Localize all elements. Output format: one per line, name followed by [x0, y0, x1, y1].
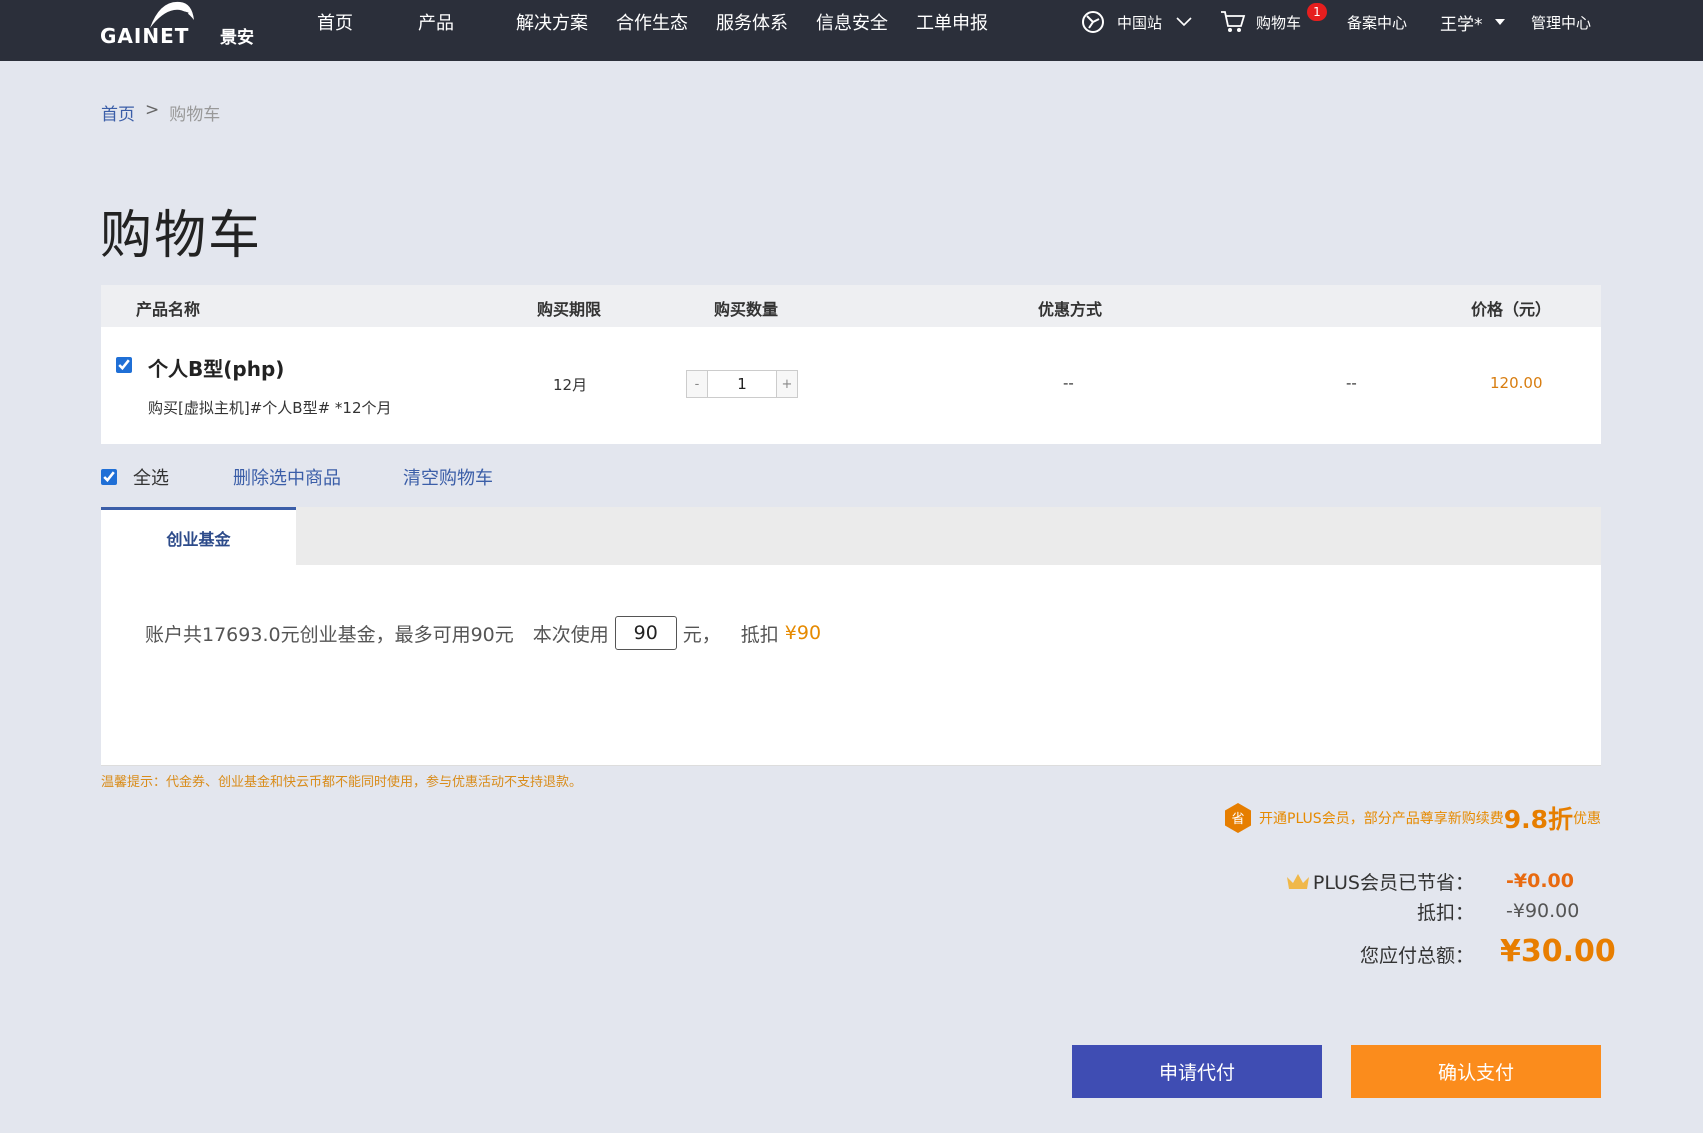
site-label: 中国站 [1117, 13, 1163, 32]
product-extra: -- [1346, 374, 1357, 392]
summary-deduct-value: -¥90.00 [1506, 900, 1580, 922]
site-selector[interactable]: 中国站 [1081, 0, 1192, 44]
col-discount: 优惠方式 [1038, 300, 1103, 319]
save-badge-icon: 省 [1225, 803, 1252, 833]
increment-button[interactable]: + [777, 371, 797, 397]
crown-icon [1285, 871, 1311, 891]
fund-line: 账户共17693.0元创业基金，最多可用90元 本次使用 元， 抵扣 ¥90 [145, 616, 821, 650]
plus-text: 开通PLUS会员，部分产品尊享新购续费 [1259, 811, 1504, 827]
cart-label: 购物车 [1256, 13, 1302, 32]
total-value: ¥30.00 [1500, 933, 1616, 969]
col-period: 购买期限 [537, 300, 602, 319]
summary-deduct-label: 抵扣： [1416, 901, 1474, 924]
col-name: 产品名称 [136, 300, 201, 319]
breadcrumb-current: 购物车 [169, 105, 221, 125]
col-quantity: 购买数量 [714, 300, 779, 319]
decrement-button[interactable]: - [687, 371, 707, 397]
nav-beian[interactable]: 备案中心 [1347, 12, 1407, 33]
product-period: 12月 [553, 376, 588, 394]
select-all-checkbox[interactable] [101, 469, 117, 485]
user-name: 王学* [1440, 14, 1483, 35]
plus-saved-value: -¥0.00 [1506, 870, 1574, 892]
nav-admin[interactable]: 管理中心 [1531, 12, 1591, 33]
plus-suffix: 优惠 [1573, 811, 1601, 827]
table-row: 个人B型(php) 购买[虚拟主机]#个人B型# *12个月 12月 - + -… [101, 327, 1601, 444]
plus-discount: 9.8折 [1503, 805, 1573, 834]
nav-home[interactable]: 首页 [317, 9, 353, 35]
breadcrumb-home[interactable]: 首页 [101, 100, 135, 125]
warm-tip: 温馨提示：代金券、创业基金和快云币都不能同时使用，参与优惠活动不支持退款。 [101, 775, 583, 790]
nav-solutions[interactable]: 解决方案 [516, 9, 588, 35]
cart-icon [1220, 10, 1246, 34]
fund-amount-input[interactable] [614, 616, 677, 650]
main-nav: 首页 产品 解决方案 合作生态 服务体系 信息安全 工单申报 [317, 0, 1016, 44]
clear-cart-link[interactable]: 清空购物车 [403, 464, 493, 490]
deduct-label: 抵扣 [740, 623, 779, 646]
nav-security[interactable]: 信息安全 [816, 9, 888, 35]
cart-table-header: 产品名称 购买期限 购买数量 优惠方式 价格（元） [101, 285, 1601, 327]
nav-service[interactable]: 服务体系 [716, 9, 788, 35]
caret-down-icon [1494, 19, 1505, 25]
cart-actions: 全选 删除选中商品 清空购物车 [101, 464, 555, 490]
fund-panel: 账户共17693.0元创业基金，最多可用90元 本次使用 元， 抵扣 ¥90 [101, 565, 1601, 766]
cart-link[interactable]: 购物车 [1220, 0, 1301, 44]
tab-startup-fund[interactable]: 创业基金 [101, 507, 296, 565]
svg-text:GAINET: GAINET [100, 24, 189, 48]
breadcrumb-separator: > [145, 100, 160, 120]
confirm-pay-button[interactable]: 确认支付 [1351, 1045, 1601, 1098]
plus-saved-label: PLUS会员已节省： [1312, 871, 1474, 894]
nav-ticket[interactable]: 工单申报 [916, 9, 988, 35]
deduct-value: ¥90 [784, 622, 822, 644]
chevron-down-icon [1176, 17, 1192, 27]
quantity-input[interactable] [707, 371, 777, 397]
product-name: 个人B型(php) [148, 357, 285, 381]
product-description: 购买[虚拟主机]#个人B型# *12个月 [148, 399, 392, 417]
fund-unit: 元， [682, 623, 721, 646]
product-price: 120.00 [1490, 374, 1543, 392]
svg-text:景安: 景安 [220, 27, 254, 48]
fund-tabbar: 创业基金 [101, 507, 1601, 565]
nav-products[interactable]: 产品 [418, 9, 454, 35]
gainet-logo[interactable]: GAINET 景安 [100, 0, 262, 50]
page-title: 购物车 [100, 206, 263, 266]
fund-info: 账户共17693.0元创业基金，最多可用90元 本次使用 [145, 623, 609, 646]
plus-promo[interactable]: 省 开通PLUS会员，部分产品尊享新购续费 9.8折 优惠 [1225, 800, 1601, 836]
total-label: 您应付总额： [1359, 944, 1474, 967]
order-summary: PLUS会员已节省： -¥0.00 抵扣： -¥90.00 您应付总额： ¥30… [1285, 866, 1616, 976]
user-menu[interactable]: 王学* [1440, 0, 1505, 44]
svg-text:省: 省 [1232, 812, 1245, 827]
quantity-stepper: - + [686, 370, 798, 398]
product-discount: -- [1063, 374, 1074, 392]
agent-pay-button[interactable]: 申请代付 [1072, 1045, 1322, 1098]
cart-count-badge: 1 [1307, 3, 1327, 21]
top-nav: GAINET 景安 首页 产品 解决方案 合作生态 服务体系 信息安全 工单申报… [0, 0, 1703, 61]
globe-icon [1081, 10, 1105, 34]
breadcrumb: 首页 > 购物车 [101, 100, 220, 125]
col-price: 价格（元） [1471, 300, 1552, 319]
delete-selected-link[interactable]: 删除选中商品 [233, 464, 341, 490]
nav-ecosystem[interactable]: 合作生态 [616, 9, 688, 35]
row-checkbox[interactable] [116, 357, 132, 373]
select-all-label[interactable]: 全选 [133, 464, 169, 490]
